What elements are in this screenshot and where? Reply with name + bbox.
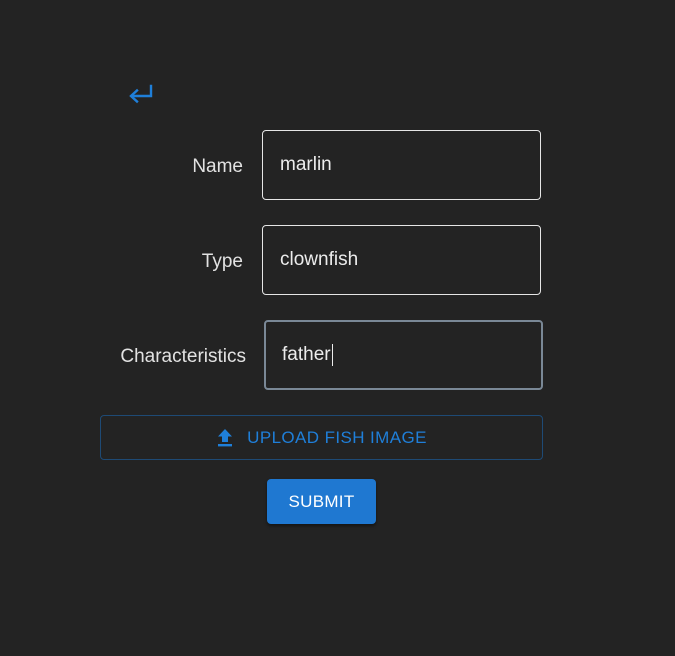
characteristics-input[interactable]: father [264, 320, 543, 390]
name-label: Name [192, 156, 243, 177]
type-input-value: clownfish [280, 249, 359, 270]
characteristics-label: Characteristics [120, 346, 246, 367]
fish-form-page: Name marlin Type clownfish Characteristi… [0, 0, 675, 656]
type-input[interactable]: clownfish [262, 225, 541, 295]
upload-button-label: UPLOAD FISH IMAGE [247, 427, 427, 447]
submit-button-label: SUBMIT [288, 491, 355, 511]
name-input[interactable]: marlin [262, 130, 541, 200]
text-caret [331, 344, 333, 366]
back-button[interactable] [124, 80, 156, 108]
name-input-value: marlin [280, 154, 332, 175]
return-arrow-icon [129, 84, 153, 104]
type-label: Type [201, 251, 243, 272]
upload-fish-image-button[interactable]: UPLOAD FISH IMAGE [100, 415, 543, 460]
characteristics-input-value: father [282, 344, 331, 365]
upload-icon [216, 428, 234, 447]
submit-button[interactable]: SUBMIT [267, 479, 376, 524]
